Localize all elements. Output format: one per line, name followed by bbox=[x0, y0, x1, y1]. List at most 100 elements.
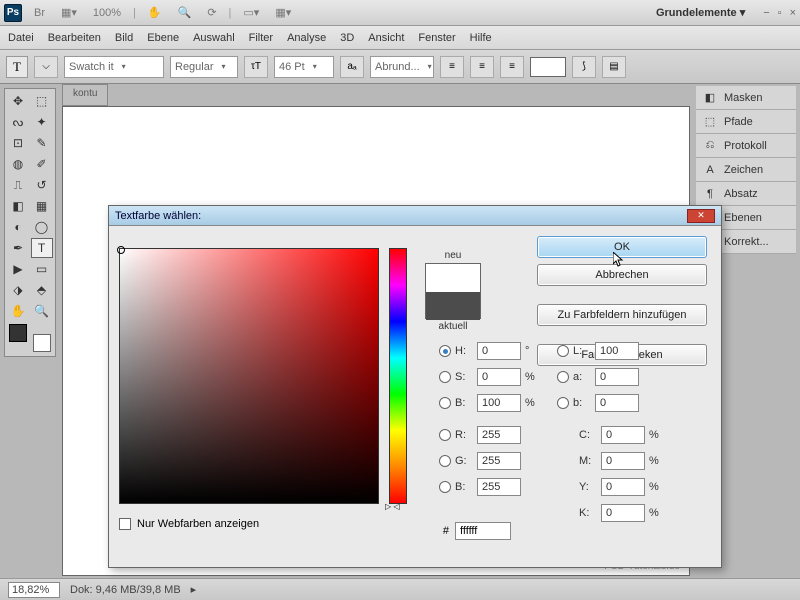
hand-tool[interactable]: ✋ bbox=[7, 301, 29, 321]
workspace-switcher[interactable]: Grundelemente ▾ bbox=[656, 6, 745, 19]
3d-tool[interactable]: ⬗ bbox=[7, 280, 29, 300]
font-size-dropdown[interactable]: 46 Pt bbox=[274, 56, 334, 78]
ok-button[interactable]: OK bbox=[537, 236, 707, 258]
c-input[interactable] bbox=[601, 426, 645, 444]
bridge-icon[interactable]: Br bbox=[30, 5, 49, 21]
b-input[interactable] bbox=[477, 394, 521, 412]
stamp-tool[interactable]: ⎍ bbox=[7, 175, 29, 195]
crop-tool[interactable]: ⊡ bbox=[7, 133, 29, 153]
a-radio[interactable] bbox=[557, 371, 569, 383]
document-tab[interactable]: kontu bbox=[62, 84, 108, 106]
eraser-tool[interactable]: ◧ bbox=[7, 196, 29, 216]
r-input[interactable] bbox=[477, 426, 521, 444]
l-input[interactable] bbox=[595, 342, 639, 360]
h-input[interactable] bbox=[477, 342, 521, 360]
warp-text-icon[interactable]: ⟆ bbox=[572, 56, 596, 78]
r-radio[interactable] bbox=[439, 429, 451, 441]
3d-camera-tool[interactable]: ⬘ bbox=[31, 280, 53, 300]
font-style-dropdown[interactable]: Regular bbox=[170, 56, 238, 78]
history-brush-tool[interactable]: ↺ bbox=[31, 175, 53, 195]
menu-bild[interactable]: Bild bbox=[115, 32, 133, 44]
lab-b-radio[interactable] bbox=[557, 397, 569, 409]
text-color-swatch[interactable] bbox=[530, 57, 566, 77]
hue-slider[interactable] bbox=[389, 248, 407, 504]
dialog-close-button[interactable]: ✕ bbox=[687, 209, 715, 223]
s-input[interactable] bbox=[477, 368, 521, 386]
color-swatches[interactable] bbox=[7, 322, 53, 354]
hand-icon[interactable]: ✋ bbox=[144, 4, 166, 21]
zoom-level[interactable]: 100% bbox=[89, 5, 125, 21]
saturation-value-picker[interactable] bbox=[119, 248, 379, 504]
brush-tool[interactable]: ✐ bbox=[31, 154, 53, 174]
k-input[interactable] bbox=[601, 504, 645, 522]
a-input[interactable] bbox=[595, 368, 639, 386]
new-color-swatch bbox=[426, 264, 480, 292]
rotate-icon[interactable]: ⟳ bbox=[203, 4, 220, 21]
rgb-b-radio[interactable] bbox=[439, 481, 451, 493]
m-input[interactable] bbox=[601, 452, 645, 470]
panel-protokoll[interactable]: ⎌Protokoll bbox=[696, 134, 796, 158]
menu-ebene[interactable]: Ebene bbox=[147, 32, 179, 44]
gradient-tool[interactable]: ▦ bbox=[31, 196, 53, 216]
blur-tool[interactable]: ◐ bbox=[7, 217, 29, 237]
wand-tool[interactable]: ✦ bbox=[31, 112, 53, 132]
marquee-tool[interactable]: ⬚ bbox=[31, 91, 53, 111]
align-right-icon[interactable]: ≡ bbox=[500, 56, 524, 78]
shape-tool[interactable]: ▭ bbox=[31, 259, 53, 279]
g-radio[interactable] bbox=[439, 455, 451, 467]
minimize-button[interactable]: − bbox=[763, 7, 769, 19]
screen-mode-icon[interactable]: ▭▾ bbox=[239, 4, 263, 21]
menu-fenster[interactable]: Fenster bbox=[418, 32, 455, 44]
path-select-tool[interactable]: ▶ bbox=[7, 259, 29, 279]
cancel-button[interactable]: Abbrechen bbox=[537, 264, 707, 286]
l-radio[interactable] bbox=[557, 345, 569, 357]
type-presets-icon[interactable]: ⌵ bbox=[34, 56, 58, 78]
panel-absatz[interactable]: ¶Absatz bbox=[696, 182, 796, 206]
zoom-tool[interactable]: 🔍 bbox=[31, 301, 53, 321]
g-input[interactable] bbox=[477, 452, 521, 470]
align-left-icon[interactable]: ≡ bbox=[440, 56, 464, 78]
panel-zeichen[interactable]: AZeichen bbox=[696, 158, 796, 182]
menu-datei[interactable]: Datei bbox=[8, 32, 34, 44]
web-colors-checkbox[interactable] bbox=[119, 518, 131, 530]
dialog-titlebar[interactable]: Textfarbe wählen: ✕ bbox=[109, 206, 721, 226]
zoom-field[interactable]: 18,82% bbox=[8, 582, 60, 598]
font-family-dropdown[interactable]: Swatch it bbox=[64, 56, 164, 78]
pen-tool[interactable]: ✒ bbox=[7, 238, 29, 258]
y-input[interactable] bbox=[601, 478, 645, 496]
character-panel-icon[interactable]: ▤ bbox=[602, 56, 626, 78]
doc-size: Dok: 9,46 MB/39,8 MB bbox=[70, 584, 181, 596]
eyedropper-tool[interactable]: ✎ bbox=[31, 133, 53, 153]
h-radio[interactable] bbox=[439, 345, 451, 357]
move-tool[interactable]: ✥ bbox=[7, 91, 29, 111]
add-swatch-button[interactable]: Zu Farbfeldern hinzufügen bbox=[537, 304, 707, 326]
align-center-icon[interactable]: ≡ bbox=[470, 56, 494, 78]
menu-3d[interactable]: 3D bbox=[340, 32, 354, 44]
rgb-b-input[interactable] bbox=[477, 478, 521, 496]
panel-masken[interactable]: ◧Masken bbox=[696, 86, 796, 110]
title-bar: Ps Br ▦▾ 100% | ✋ 🔍 ⟳ | ▭▾ ▦▾ Grundeleme… bbox=[0, 0, 800, 26]
zoom-icon[interactable]: 🔍 bbox=[174, 4, 196, 21]
close-button[interactable]: × bbox=[790, 7, 796, 19]
status-arrow-icon[interactable]: ▸ bbox=[191, 583, 197, 596]
menu-filter[interactable]: Filter bbox=[249, 32, 273, 44]
hex-input[interactable] bbox=[455, 522, 511, 540]
menu-bearbeiten[interactable]: Bearbeiten bbox=[48, 32, 101, 44]
healing-tool[interactable]: ◍ bbox=[7, 154, 29, 174]
arrange-icon[interactable]: ▦▾ bbox=[57, 4, 81, 21]
s-radio[interactable] bbox=[439, 371, 451, 383]
dodge-tool[interactable]: ◯ bbox=[31, 217, 53, 237]
menu-ansicht[interactable]: Ansicht bbox=[368, 32, 404, 44]
menu-auswahl[interactable]: Auswahl bbox=[193, 32, 235, 44]
extras-icon[interactable]: ▦▾ bbox=[271, 4, 295, 21]
maximize-button[interactable]: ▫ bbox=[778, 7, 782, 19]
menu-hilfe[interactable]: Hilfe bbox=[470, 32, 492, 44]
panel-pfade[interactable]: ⬚Pfade bbox=[696, 110, 796, 134]
lasso-tool[interactable]: ᔓ bbox=[7, 112, 29, 132]
menu-analyse[interactable]: Analyse bbox=[287, 32, 326, 44]
lab-b-input[interactable] bbox=[595, 394, 639, 412]
b-radio[interactable] bbox=[439, 397, 451, 409]
type-tool[interactable]: T bbox=[31, 238, 53, 258]
antialias-dropdown[interactable]: Abrund... bbox=[370, 56, 434, 78]
current-color-swatch[interactable] bbox=[426, 292, 480, 320]
